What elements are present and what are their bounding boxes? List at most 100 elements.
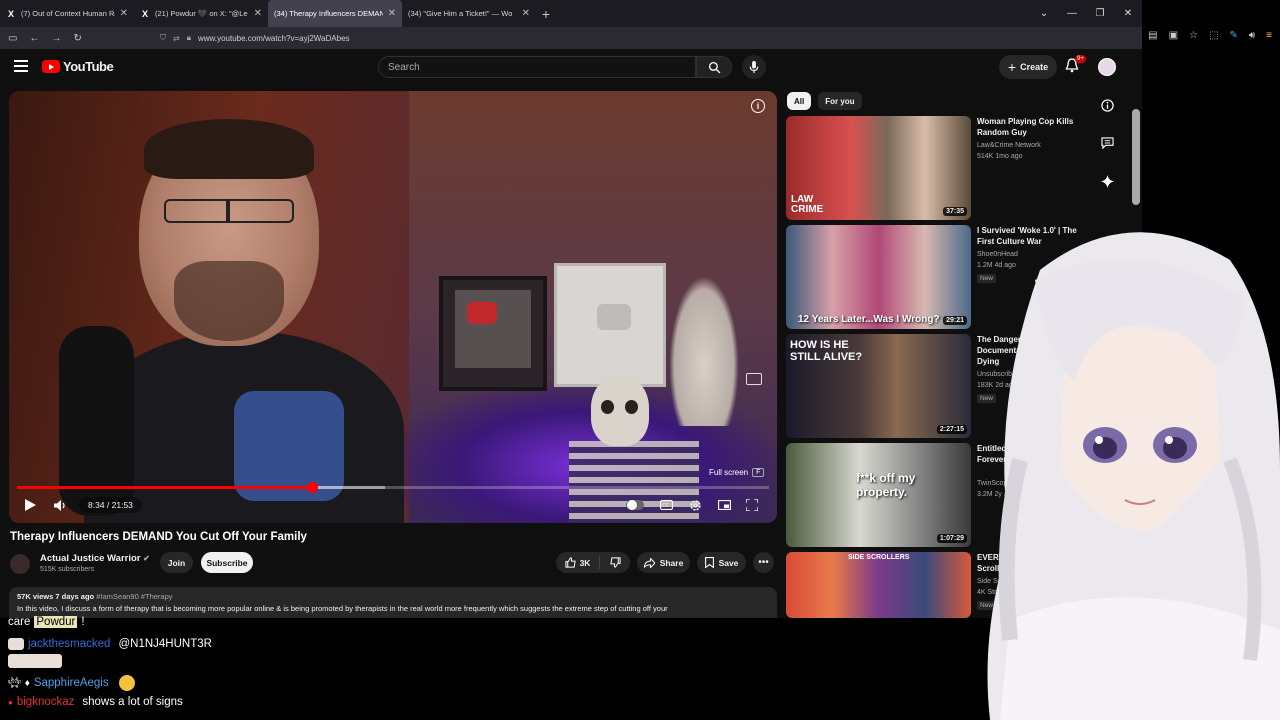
share-button[interactable]: Share [637,552,690,573]
browser-tab[interactable]: (34) "Give Him a Ticket!" — Wo ✕ [0,0,536,56]
video-title: Therapy Influencers DEMAND You Cut Off Y… [10,531,307,543]
dislike-button[interactable] [600,557,630,568]
chat-username[interactable]: jackthesmacked [28,638,110,650]
voice-search-button[interactable] [742,55,766,79]
browser-tab[interactable]: X (7) Out of Context Human Race ✕ [0,0,134,27]
minimize-button[interactable]: — [1058,8,1086,19]
description-box[interactable]: 57K views 7 days ago #IamSean90 #Therapy… [9,587,777,619]
thumbs-up-icon [564,557,576,568]
dot-icon: ● [8,697,13,707]
chat-text: @N1NJ4HUNT3R [118,638,212,650]
sidebar-toggle-icon[interactable]: ▭ [8,33,17,44]
picture-in-picture-icon[interactable] [746,373,762,385]
more-horizontal-icon: ••• [758,557,769,568]
menu-icon[interactable] [14,60,28,72]
permissions-icon[interactable]: ⇄ [173,34,180,43]
chat-panel-button[interactable] [1099,135,1115,151]
stream-chat: care Powdur ! jackthesmacked @N1NJ4HUNT3… [0,616,1000,720]
pocket-icon[interactable]: ▣ [1169,30,1178,41]
close-icon[interactable]: ✕ [120,8,128,19]
chevron-down-icon[interactable]: ⌄ [1030,8,1058,19]
browser-tab[interactable]: X (21) Powdur 🖤 on X: "@Le ✕ [134,0,268,27]
logo-text: YouTube [63,59,114,74]
notifications-button[interactable]: 9+ [1065,55,1086,76]
hashtags[interactable]: #IamSean90 #Therapy [96,592,172,601]
shield-icon[interactable]: ⛉ [160,33,166,43]
video-thumbnail[interactable]: 12 Years Later...Was I Wrong? 29:21 [786,225,971,329]
maximize-button[interactable]: ❐ [1086,8,1114,19]
scrubber-handle[interactable] [306,482,318,493]
close-window-button[interactable]: ✕ [1114,8,1142,19]
close-icon[interactable]: ✕ [522,8,530,19]
channel-name-text[interactable]: Actual Justice Warrior [40,553,140,564]
create-button[interactable]: + Create [999,55,1057,79]
chat-username[interactable]: SapphireAegis [34,677,109,689]
video-thumbnail[interactable]: HOW IS HE STILL ALIVE? 2:27:15 [786,334,971,438]
sidebar-scrollbar[interactable] [1132,109,1140,205]
recommendation-channel[interactable]: Law&Crime Network [977,142,1041,149]
skull [591,376,649,446]
new-tab-button[interactable]: + [536,6,556,22]
description-meta: 57K views 7 days ago #IamSean90 #Therapy [17,592,769,601]
join-button[interactable]: Join [160,552,193,573]
like-button[interactable]: 3K [556,556,600,569]
close-icon[interactable]: ✕ [388,8,396,19]
info-panel-button[interactable] [1099,97,1115,113]
reload-button[interactable]: ↻ [73,33,81,44]
back-button[interactable]: ← [29,33,39,44]
search-input[interactable]: Search [378,56,696,78]
thumbnail-text: SIDE SCROLLERS [848,554,910,561]
video-thumbnail[interactable]: f**k off my property. 1:07:29 [786,443,971,547]
browser-tab-active[interactable]: (34) Therapy Influencers DEMAN ✕ [0,0,402,56]
masthead: YouTube Search + Create 9+ [0,49,1142,85]
browser-tab-bar: X (7) Out of Context Human Race ✕ X (21)… [0,0,1142,56]
channel-name[interactable]: Actual Justice Warrior ✔ [40,553,150,564]
miniplayer-button[interactable] [715,496,733,514]
account-avatar[interactable] [1098,58,1116,76]
audio-icon[interactable]: 🔊︎ [1249,30,1255,41]
video-thumbnail[interactable]: SIDE SCROLLERS [786,552,971,618]
thumbs-down-icon [609,557,621,568]
subscribe-button[interactable]: Subscribe [201,552,253,573]
more-actions-button[interactable]: ••• [753,552,774,573]
play-button[interactable] [21,496,39,514]
forward-button[interactable]: → [51,33,61,44]
search-button[interactable] [696,56,732,78]
views-and-date: 57K views 7 days ago [17,592,95,601]
settings-button[interactable] [686,496,704,514]
bookmark-star-icon[interactable]: ☆ [1189,30,1198,41]
url-bar[interactable]: ⛉ ⇄ 🔒︎ www.youtube.com/watch?v=ayj2WaDAb… [160,29,980,47]
info-icon[interactable]: i [751,99,765,113]
x-icon: X [141,8,148,19]
mute-button[interactable] [51,496,69,514]
chat-message: care Powdur ! [8,616,85,628]
close-icon[interactable]: ✕ [254,8,262,19]
reader-mode-icon[interactable]: ▤ [1148,30,1157,41]
video-player[interactable]: i Full screen F 8:34 / 21:53 CC [9,91,777,523]
app-menu-icon[interactable]: ≡ [1266,30,1272,41]
autoplay-toggle[interactable] [626,496,644,514]
played-bar [17,486,312,489]
emote-icon [8,654,62,668]
youtube-play-icon [42,60,60,73]
recommendation-title[interactable]: Woman Playing Cop Kills Random Guy [977,116,1082,138]
save-button[interactable]: Save [697,552,746,573]
thumbnail-text: f**k off my property. [856,471,916,499]
progress-bar[interactable] [17,482,769,493]
tab-title: (34) Therapy Influencers DEMAN [274,9,383,18]
video-thumbnail[interactable]: LAW CRIME 37:35 [786,116,971,220]
extension-icon[interactable]: ✎ [1229,30,1237,41]
channel-avatar[interactable] [10,554,30,574]
description-text: In this video, I discuss a form of thera… [17,604,668,613]
fullscreen-button[interactable] [743,496,761,514]
chat-username[interactable]: bigknockaz [17,696,75,708]
closed-captions-icon: CC [659,500,673,510]
recommendation-item[interactable]: LAW CRIME 37:35 Woman Playing Cop Kills … [786,116,1086,220]
subtitles-button[interactable]: CC [657,496,675,514]
extensions-icon[interactable]: ⬚ [1209,30,1218,41]
url-text[interactable]: www.youtube.com/watch?v=ayj2WaDAbes [198,34,350,43]
ask-ai-button[interactable] [1099,173,1115,189]
chip-all[interactable]: All [787,92,812,110]
chip-for-you[interactable]: For you [818,92,862,110]
youtube-logo[interactable]: YouTube [42,59,114,74]
